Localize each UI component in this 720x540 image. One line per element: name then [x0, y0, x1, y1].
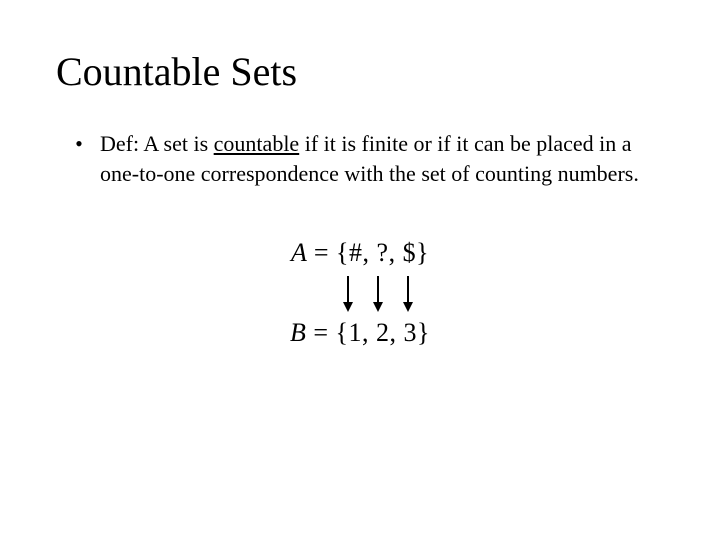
- bullet-item: • Def: A set is countable if it is finit…: [56, 129, 664, 188]
- def-term: countable: [214, 131, 300, 156]
- set-a-lhs: A: [291, 238, 307, 267]
- bullet-text: Def: A set is countable if it is finite …: [100, 129, 654, 188]
- arrow-icon: [403, 276, 405, 310]
- figure: A = {#, ?, $} B = {1, 2, 3}: [56, 238, 664, 348]
- set-a-rhs: {#, ?, $}: [336, 238, 429, 267]
- set-b-eq: =: [313, 318, 328, 347]
- set-b: B = {1, 2, 3}: [290, 318, 430, 348]
- set-a: A = {#, ?, $}: [291, 238, 429, 268]
- arrow-icon: [373, 276, 375, 310]
- set-b-lhs: B: [290, 318, 306, 347]
- set-a-eq: =: [314, 238, 329, 267]
- bullet-dot: •: [72, 129, 86, 188]
- set-b-rhs: {1, 2, 3}: [336, 318, 430, 347]
- page-title: Countable Sets: [56, 48, 664, 95]
- arrow-icon: [343, 276, 345, 310]
- bijection-arrows: [343, 276, 405, 310]
- def-prefix: Def: A set is: [100, 131, 214, 156]
